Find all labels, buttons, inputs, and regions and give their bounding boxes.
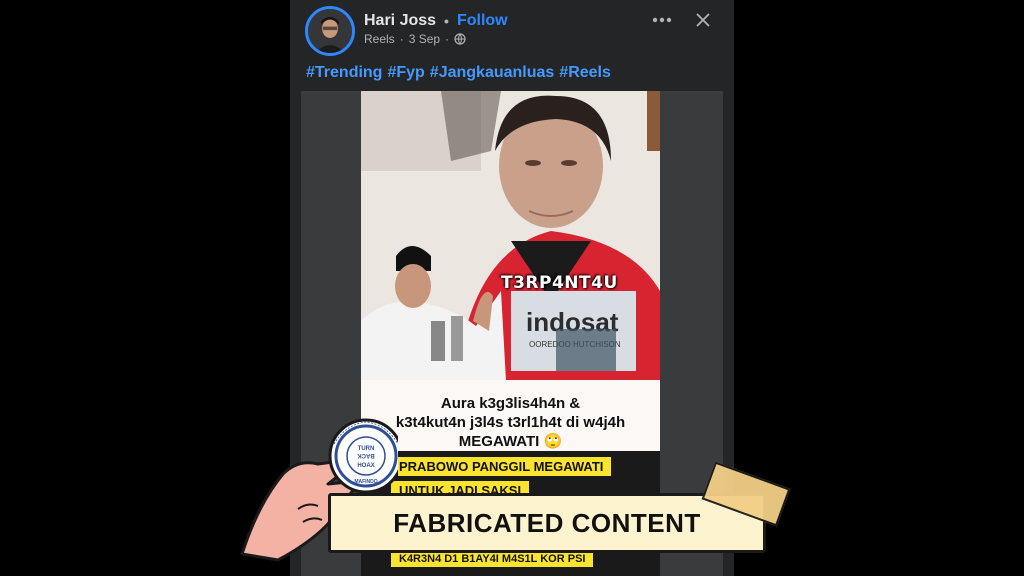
more-horizontal-icon[interactable] xyxy=(651,10,673,30)
hashtag-link[interactable]: #Trending xyxy=(306,64,382,82)
video-banner: PRABOWO PANGGIL MEGAWATI xyxy=(391,457,612,476)
post-source[interactable]: Reels xyxy=(364,32,395,46)
svg-text:BACK: BACK xyxy=(357,452,375,458)
label-box: FABRICATED CONTENT xyxy=(328,493,766,553)
fact-check-label: FABRICATED CONTENT xyxy=(316,461,791,560)
globe-icon xyxy=(454,33,466,45)
close-icon[interactable] xyxy=(693,10,713,30)
hashtag-link[interactable]: #Fyp xyxy=(387,64,424,82)
svg-text:TURN: TURN xyxy=(358,446,375,452)
follow-button[interactable]: Follow xyxy=(457,12,508,30)
caption-line: Aura k3g3lis4h4n & xyxy=(440,395,581,412)
post-meta: Reels · 3 Sep · xyxy=(364,32,466,46)
meta-separator: · xyxy=(399,32,404,46)
caption-line: k3t4kut4n j3l4s t3rl1h4t di w4j4h xyxy=(395,414,626,431)
meta-separator-2: · xyxy=(445,32,450,46)
hashtag-link[interactable]: #Reels xyxy=(559,64,611,82)
verdict-label: FABRICATED CONTENT xyxy=(393,507,701,538)
caption-line: MEGAWATI 🙄 xyxy=(458,433,563,450)
avatar[interactable] xyxy=(305,6,355,56)
author-name[interactable]: Hari Joss xyxy=(364,12,436,30)
hashtags: #Trending #Fyp #Jangkauanluas #Reels xyxy=(306,64,611,82)
separator-dot: • xyxy=(444,13,449,29)
post-date[interactable]: 3 Sep xyxy=(409,32,440,46)
video-thumbnail-image: indosat OOREDOO HUTCHISON xyxy=(361,91,660,381)
hashtag-link[interactable]: #Jangkauanluas xyxy=(430,64,555,82)
author-row: Hari Joss • Follow xyxy=(364,11,508,31)
video-overlay-text: T3RP4NT4U xyxy=(501,273,618,293)
